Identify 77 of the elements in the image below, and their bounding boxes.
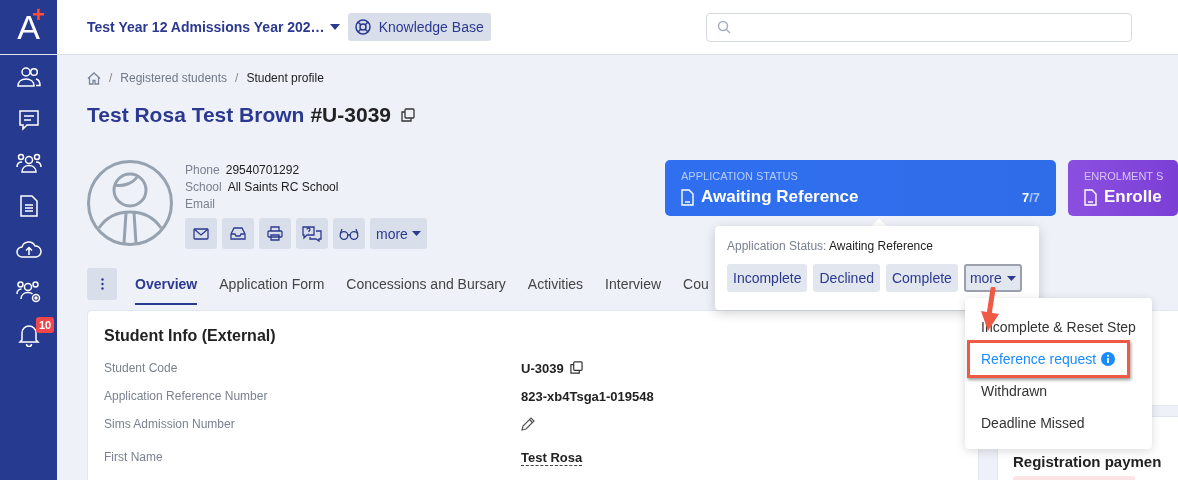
section-title: Registration paymen: [1013, 453, 1163, 470]
tab[interactable]: Cou: [683, 263, 709, 305]
editable-value[interactable]: Test Rosa: [521, 450, 583, 466]
popover-text: Application Status: Awaiting Reference: [727, 239, 934, 253]
caret-icon: [1006, 275, 1016, 281]
print-button[interactable]: [259, 218, 291, 249]
status-label: APPLICATION STATUS: [681, 170, 799, 182]
field-value: 29540701292: [225, 162, 300, 177]
document-icon: [19, 194, 38, 217]
document-icon: [681, 188, 694, 206]
glasses-button[interactable]: [333, 218, 365, 249]
bell-icon: [17, 322, 40, 347]
status-value: Awaiting Reference: [701, 187, 860, 207]
inbox-icon: [230, 227, 246, 240]
inbox-button[interactable]: [222, 218, 254, 249]
field-label: First Name: [104, 450, 164, 466]
tab[interactable]: Application Form: [219, 263, 325, 305]
status-label: ENROLMENT S: [1084, 170, 1165, 182]
email-button[interactable]: [185, 218, 217, 249]
more-button[interactable]: more: [370, 218, 427, 249]
group-settings-icon: [15, 279, 42, 304]
status-button[interactable]: Declined: [813, 264, 880, 292]
envelope-icon: [193, 227, 209, 240]
question-chat-button[interactable]: [296, 218, 328, 249]
document-icon: [1084, 188, 1097, 206]
nav-item[interactable]: 10: [0, 313, 57, 356]
breadcrumb-link[interactable]: Registered students: [120, 71, 228, 85]
kebab-icon: [100, 278, 104, 290]
enrolment-status-card[interactable]: ENROLMENT S Enrolle: [1068, 160, 1178, 216]
copy-icon[interactable]: [401, 108, 415, 122]
step-count: 7/7: [1021, 189, 1040, 205]
printer-icon: [267, 226, 283, 241]
question-chat-icon: [302, 225, 322, 242]
field-value: All Saints RC School: [227, 179, 339, 194]
search-field[interactable]: [705, 12, 1132, 42]
field-value: U-3039: [521, 361, 564, 376]
group-icon: [15, 151, 42, 174]
section-title: Student Info (External): [104, 327, 277, 345]
glasses-icon: [339, 227, 359, 240]
application-status-card[interactable]: APPLICATION STATUS Awaiting Reference 7/7: [665, 160, 1056, 216]
program-selector[interactable]: Test Year 12 Admissions Year 202…: [87, 19, 340, 35]
caret-icon: [329, 24, 340, 30]
field-label: Email: [185, 196, 215, 211]
tab[interactable]: Concessions and Bursary: [346, 263, 506, 305]
knowledge-base-button[interactable]: Knowledge Base: [347, 13, 491, 41]
student-name: Test Rosa Test Brown: [87, 103, 305, 127]
notification-count: 10: [36, 317, 55, 333]
menu-item[interactable]: Deadline Missed: [965, 407, 1152, 439]
field-label: School: [185, 179, 222, 194]
people-icon: [16, 65, 41, 88]
caret-icon: [411, 231, 421, 236]
copy-icon[interactable]: [569, 361, 583, 374]
field-label: Student Code: [104, 361, 179, 377]
field-label: Application Reference Number: [104, 389, 269, 405]
field-label: Phone: [185, 162, 220, 177]
status-button[interactable]: Complete: [885, 264, 958, 292]
status-value: Enrolle: [1104, 187, 1163, 207]
menu-item[interactable]: Withdrawn: [965, 375, 1152, 407]
home-icon[interactable]: [87, 71, 101, 85]
status-button[interactable]: Incomplete: [727, 264, 808, 292]
student-id: #U-3039: [310, 103, 391, 127]
tab[interactable]: Overview: [135, 263, 198, 305]
field-label: Sims Admission Number: [104, 417, 236, 433]
lifebuoy-icon: [354, 19, 371, 35]
menu-item[interactable]: Incomplete & Reset Step: [965, 311, 1152, 343]
tab[interactable]: Activities: [527, 263, 584, 305]
tab[interactable]: Interview: [605, 263, 662, 305]
chat-icon: [17, 108, 40, 131]
search-icon: [716, 20, 731, 34]
info-icon: [1101, 352, 1116, 366]
field-value: 823-xb4Tsga1-019548: [521, 389, 654, 404]
cloud-upload-icon: [15, 238, 42, 259]
more-button[interactable]: more: [963, 264, 1022, 292]
breadcrumb-separator: /: [235, 71, 239, 85]
current-page: Student profile: [246, 71, 324, 85]
breadcrumb-separator: /: [109, 71, 113, 85]
pencil-icon[interactable]: [521, 417, 535, 431]
